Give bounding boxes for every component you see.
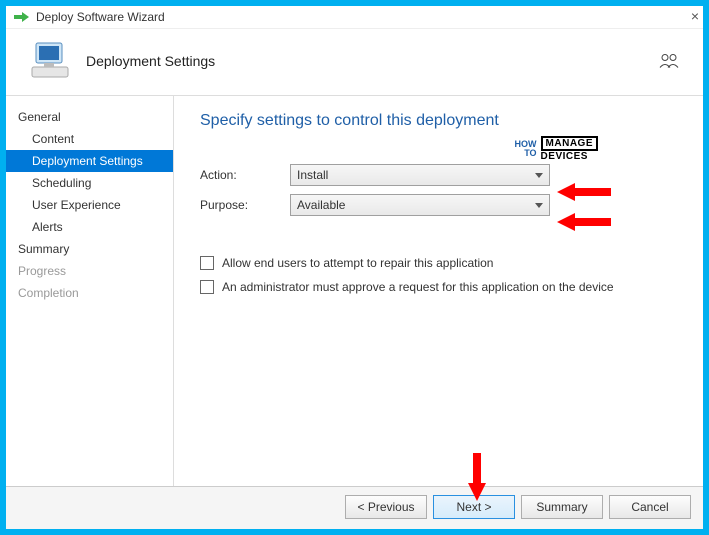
watermark-text: MANAGE DEVICES <box>541 136 598 162</box>
sidebar-item-alerts[interactable]: Alerts <box>6 216 173 238</box>
repair-checkbox-row: Allow end users to attempt to repair thi… <box>200 256 683 270</box>
header-subtitle: Deployment Settings <box>86 53 215 69</box>
sidebar-group-general[interactable]: General <box>6 106 173 128</box>
purpose-label: Purpose: <box>200 198 290 212</box>
approve-checkbox[interactable] <box>200 280 214 294</box>
summary-button[interactable]: Summary <box>521 495 603 519</box>
sidebar-item-user-experience[interactable]: User Experience <box>6 194 173 216</box>
sidebar-item-deployment-settings[interactable]: Deployment Settings <box>6 150 173 172</box>
sidebar-item-content[interactable]: Content <box>6 128 173 150</box>
header-band: Deployment Settings <box>6 29 703 95</box>
approve-checkbox-row: An administrator must approve a request … <box>200 280 683 294</box>
watermark-howto: HOWTO <box>515 140 537 158</box>
watermark: HOWTO MANAGE DEVICES <box>515 136 598 162</box>
sidebar-item-scheduling[interactable]: Scheduling <box>6 172 173 194</box>
wizard-window: × Deploy Software Wizard Deployment Sett… <box>6 6 703 529</box>
sidebar: General Content Deployment Settings Sche… <box>6 96 174 486</box>
repair-checkbox[interactable] <box>200 256 214 270</box>
sidebar-group-summary[interactable]: Summary <box>6 238 173 260</box>
annotation-arrow-purpose <box>557 211 611 233</box>
wizard-arrow-icon <box>14 11 30 23</box>
window-title: Deploy Software Wizard <box>36 10 165 24</box>
repair-checkbox-label: Allow end users to attempt to repair thi… <box>222 256 493 270</box>
previous-button[interactable]: < Previous <box>345 495 427 519</box>
annotation-arrow-next <box>466 453 488 501</box>
main-panel: Specify settings to control this deploym… <box>174 96 703 486</box>
page-heading: Specify settings to control this deploym… <box>200 112 683 130</box>
annotation-arrow-action <box>557 181 611 203</box>
people-icon <box>659 53 693 72</box>
computer-icon <box>30 41 72 81</box>
approve-checkbox-label: An administrator must approve a request … <box>222 280 614 294</box>
sidebar-group-completion: Completion <box>6 282 173 304</box>
footer: < Previous Next > Summary Cancel <box>6 486 703 529</box>
purpose-value: Available <box>297 198 345 212</box>
action-value: Install <box>297 168 328 182</box>
purpose-dropdown[interactable]: Available <box>290 194 550 216</box>
cancel-button[interactable]: Cancel <box>609 495 691 519</box>
action-dropdown[interactable]: Install <box>290 164 550 186</box>
sidebar-group-progress: Progress <box>6 260 173 282</box>
action-label: Action: <box>200 168 290 182</box>
titlebar: Deploy Software Wizard <box>6 6 703 29</box>
close-icon[interactable]: × <box>691 8 699 24</box>
wizard-body: General Content Deployment Settings Sche… <box>6 95 703 486</box>
